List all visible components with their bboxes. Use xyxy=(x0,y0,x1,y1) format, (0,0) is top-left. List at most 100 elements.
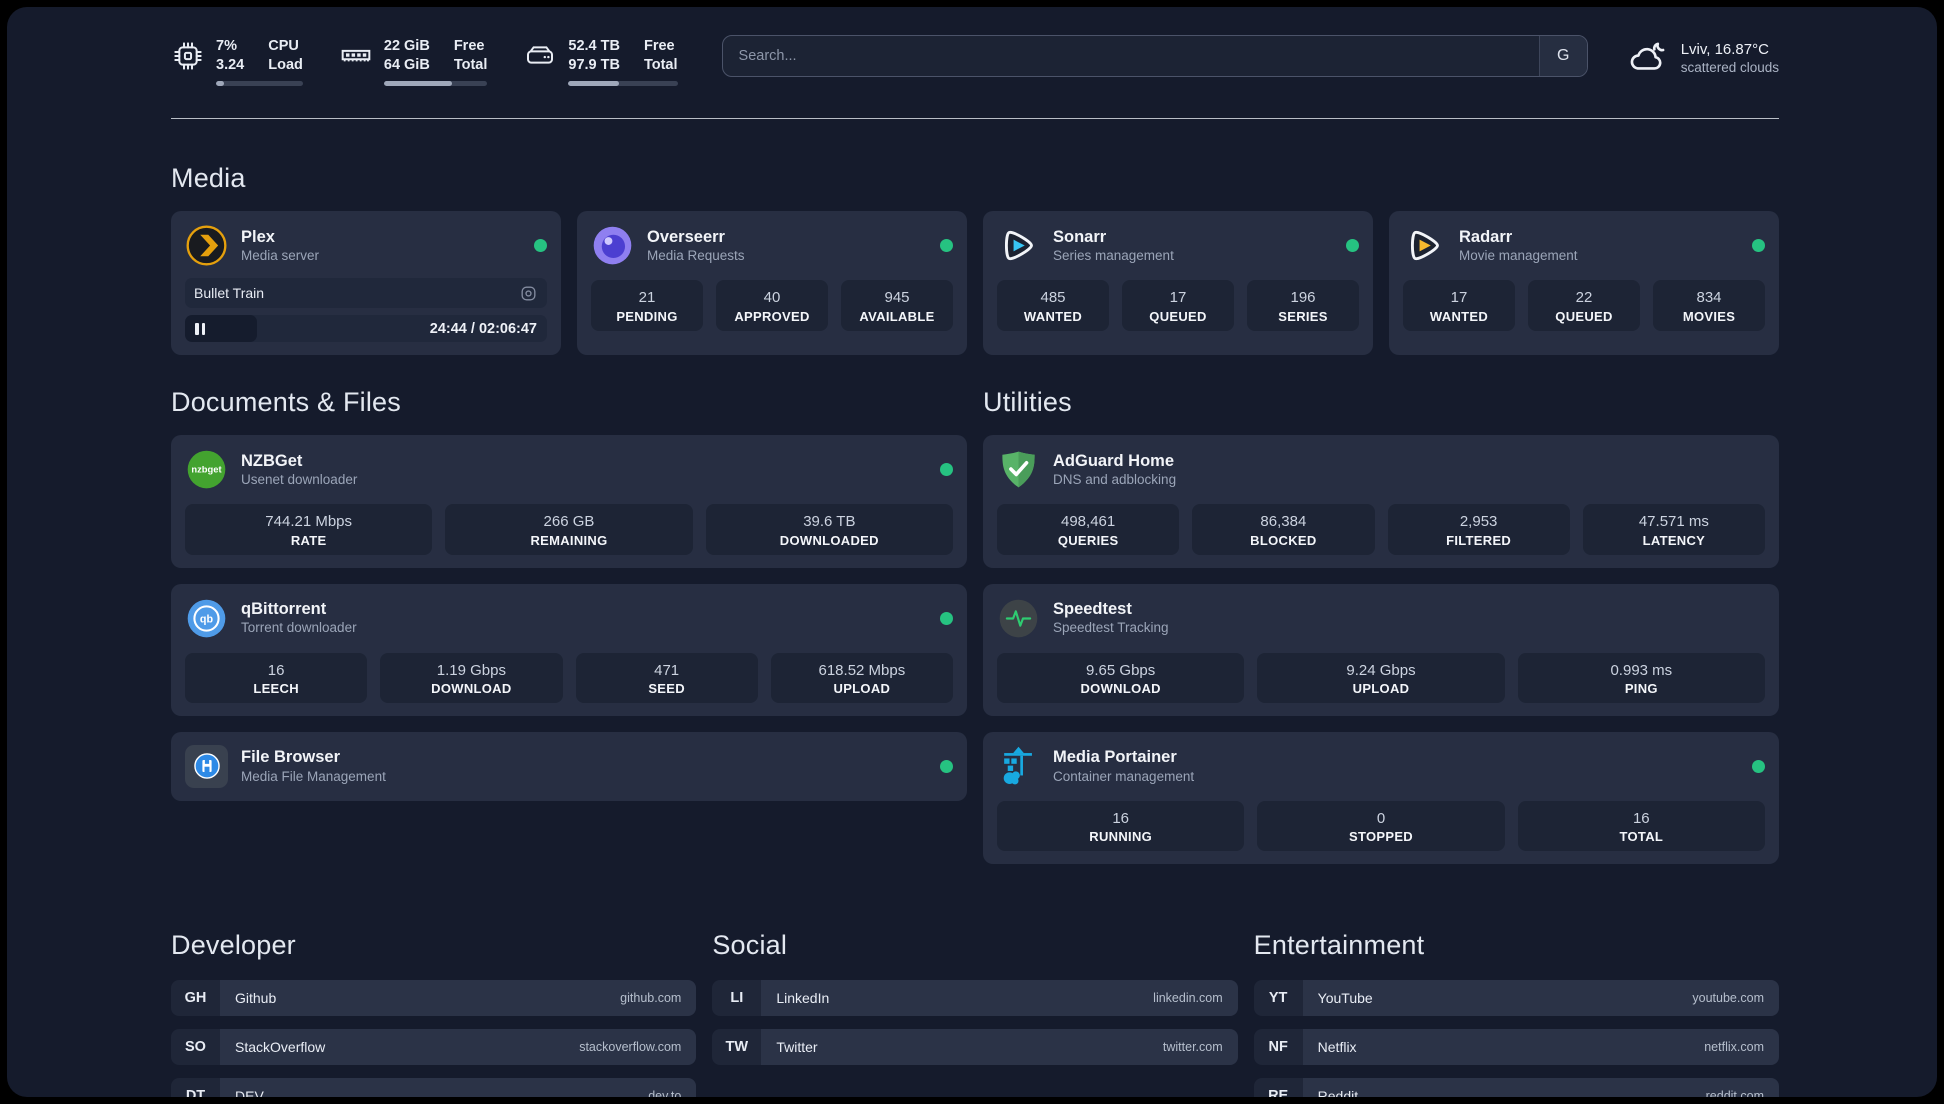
stat-seed: 471 SEED xyxy=(575,652,758,703)
playback-time: 24:44 / 02:06:47 xyxy=(429,320,537,337)
topbar-divider xyxy=(171,118,1779,120)
bookmark-domain: netflix.com xyxy=(1704,1040,1764,1054)
qbittorrent-icon: qb xyxy=(185,597,228,640)
stat-blocked: 86,384 BLOCKED xyxy=(1192,504,1375,555)
stat-ping: 0.993 ms PING xyxy=(1517,652,1765,703)
app-card-plex[interactable]: Plex Media server Bullet Train 24:44 / 0… xyxy=(171,211,561,356)
ram-monitor: 22 GiB 64 GiB Free Total xyxy=(339,37,488,87)
stat-rate: 744.21 Mbps RATE xyxy=(185,504,433,555)
ram-progress-fill xyxy=(383,81,453,87)
bookmark-name: Twitter xyxy=(776,1039,818,1055)
app-card-adguard[interactable]: AdGuard Home DNS and adblocking 498,461 … xyxy=(983,435,1779,568)
stat-latency: 47.571 ms LATENCY xyxy=(1582,504,1765,555)
bookmark-twitter[interactable]: TW Twitter twitter.com xyxy=(712,1029,1238,1065)
stat-available: 945 AVAILABLE xyxy=(841,280,953,331)
ram-free-label: Free xyxy=(453,38,485,54)
bookmark-name: YouTube xyxy=(1317,990,1373,1006)
cpu-load-label: Load xyxy=(268,57,303,74)
filebrowser-icon xyxy=(185,744,228,788)
bookmark-youtube[interactable]: YT YouTube youtube.com xyxy=(1253,980,1779,1016)
cpu-load-value: 3.24 xyxy=(216,57,245,74)
bookmark-netflix[interactable]: NF Netflix netflix.com xyxy=(1253,1029,1779,1065)
status-dot xyxy=(1346,239,1359,253)
bookmark-abbr: LI xyxy=(712,980,762,1016)
app-card-qbittorrent[interactable]: qb qBittorrent Torrent downloader 16 LEE… xyxy=(171,583,967,716)
disk-total-label: Total xyxy=(643,57,678,74)
section-title-social: Social xyxy=(712,930,788,960)
app-card-filebrowser[interactable]: File Browser Media File Management xyxy=(171,731,967,801)
bookmark-abbr: SO xyxy=(171,1029,220,1065)
media-card-grid: Plex Media server Bullet Train 24:44 / 0… xyxy=(171,211,1779,356)
svg-text:nzbget: nzbget xyxy=(191,464,222,475)
bookmark-name: StackOverflow xyxy=(235,1039,326,1055)
pause-icon[interactable] xyxy=(195,322,205,335)
app-title: Radarr xyxy=(1459,227,1513,246)
bookmark-domain: github.com xyxy=(620,991,682,1005)
bookmark-linkedin[interactable]: LI LinkedIn linkedin.com xyxy=(712,980,1238,1016)
bookmark-abbr: YT xyxy=(1253,980,1303,1016)
app-title: Sonarr xyxy=(1053,227,1107,246)
bookmark-stackoverflow[interactable]: SO StackOverflow stackoverflow.com xyxy=(171,1029,697,1065)
portainer-icon xyxy=(997,745,1040,788)
stat-approved: 40 APPROVED xyxy=(716,280,828,331)
bookmark-github[interactable]: GH Github github.com xyxy=(171,980,697,1016)
cpu-progress-fill xyxy=(216,81,224,87)
bookmark-abbr: RE xyxy=(1253,1078,1303,1097)
app-card-overseerr[interactable]: Overseerr Media Requests 21 PENDING 40 A… xyxy=(577,211,967,356)
bookmark-name: Github xyxy=(235,990,277,1006)
bookmark-domain: linkedin.com xyxy=(1153,991,1223,1005)
stat-stopped: 0 STOPPED xyxy=(1257,800,1505,851)
app-desc: Torrent downloader xyxy=(241,620,357,636)
stat-series: 196 SERIES xyxy=(1247,280,1359,331)
playback-progress-row: 24:44 / 02:06:47 xyxy=(185,315,547,343)
stat-upload: 618.52 Mbps UPLOAD xyxy=(770,652,953,703)
app-card-portainer[interactable]: Media Portainer Container management 16 … xyxy=(983,731,1779,864)
status-dot xyxy=(534,239,547,253)
dashboard-page: 7% 3.24 CPU Load 22 GiB 64 GiB Free Tota… xyxy=(7,7,1937,1097)
weather-widget: Lviv, 16.87°C scattered clouds xyxy=(1626,33,1779,78)
status-dot xyxy=(940,611,953,625)
radarr-icon xyxy=(1403,224,1446,267)
disk-icon xyxy=(523,39,557,73)
stat-leech: 16 LEECH xyxy=(185,652,368,703)
app-card-nzbget[interactable]: nzbget NZBGet Usenet downloader 744.21 M… xyxy=(171,435,967,568)
stat-queries: 498,461 QUERIES xyxy=(997,504,1180,555)
app-title: AdGuard Home xyxy=(1053,451,1175,470)
bookmark-abbr: DT xyxy=(171,1078,220,1097)
stat-total: 16 TOTAL xyxy=(1517,800,1765,851)
disk-monitor: 52.4 TB 97.9 TB Free Total xyxy=(523,37,678,87)
svg-text:qb: qb xyxy=(200,613,214,625)
status-dot xyxy=(940,759,953,773)
app-desc: Media File Management xyxy=(241,768,386,784)
bookmark-abbr: TW xyxy=(712,1029,762,1065)
ram-progressbar xyxy=(383,81,488,87)
stat-pending: 21 PENDING xyxy=(591,280,703,331)
bookmark-name: Reddit xyxy=(1317,1088,1359,1097)
app-title: NZBGet xyxy=(241,451,303,470)
section-title-utilities: Utilities xyxy=(983,387,1072,418)
app-title: File Browser xyxy=(241,748,341,767)
app-card-radarr[interactable]: Radarr Movie management 17 WANTED 22 QUE… xyxy=(1389,211,1779,356)
plex-icon xyxy=(185,224,228,267)
app-card-speedtest[interactable]: Speedtest Speedtest Tracking 9.65 Gbps D… xyxy=(983,583,1779,716)
app-card-sonarr[interactable]: Sonarr Series management 485 WANTED 17 Q… xyxy=(983,211,1373,356)
bookmark-dev[interactable]: DT DEV dev.to xyxy=(171,1078,697,1097)
utilities-column: Utilities AdGuard Home DNS and adblockin… xyxy=(983,387,1779,880)
app-desc: Media server xyxy=(241,248,320,264)
section-title-entertainment: Entertainment xyxy=(1253,930,1425,960)
playback-elapsed-segment xyxy=(185,315,258,343)
section-title-developer: Developer xyxy=(171,930,296,960)
disk-total-value: 97.9 TB xyxy=(568,57,620,74)
sonarr-icon xyxy=(997,224,1040,267)
section-title-documents: Documents & Files xyxy=(171,387,401,418)
stat-upload: 9.24 Gbps UPLOAD xyxy=(1257,652,1505,703)
cpu-usage-value: 7% xyxy=(216,38,237,54)
search-provider-button[interactable]: G xyxy=(1538,36,1587,76)
cloud-icon xyxy=(1626,36,1668,78)
bookmark-reddit[interactable]: RE Reddit reddit.com xyxy=(1253,1078,1779,1097)
disk-progressbar xyxy=(568,81,678,87)
search-input[interactable] xyxy=(722,36,1539,76)
bookmark-name: Netflix xyxy=(1317,1039,1357,1055)
media-view-icon[interactable] xyxy=(519,284,538,303)
app-desc: DNS and adblocking xyxy=(1053,472,1177,488)
